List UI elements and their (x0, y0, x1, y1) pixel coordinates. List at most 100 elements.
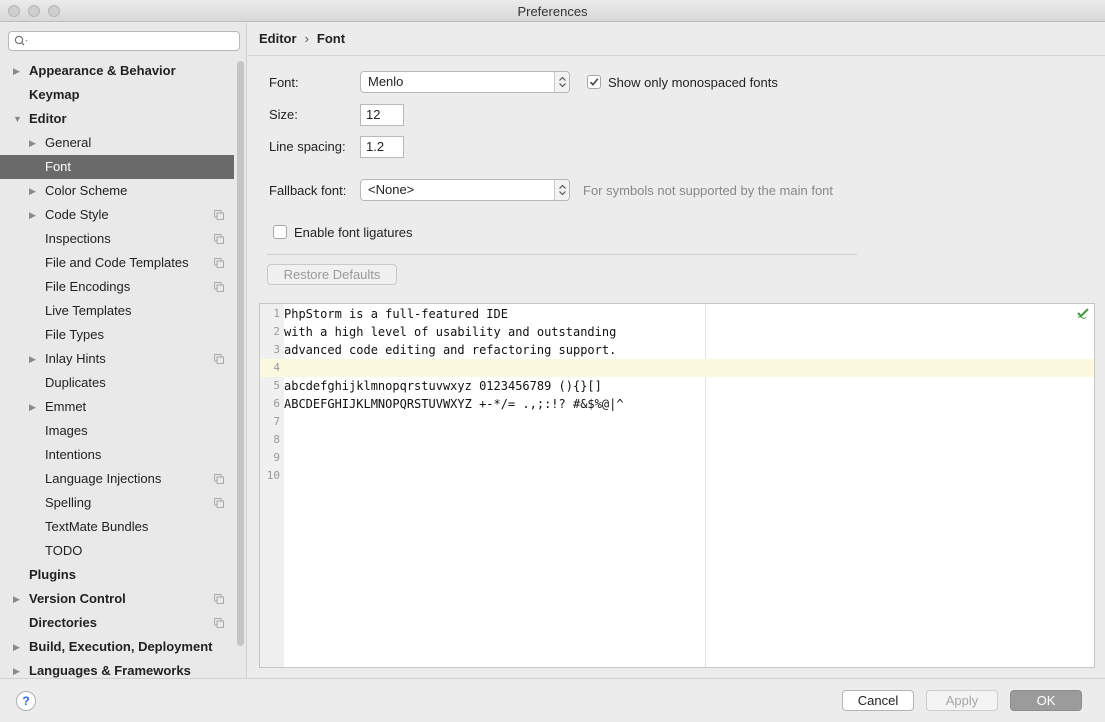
chevron-updown-icon (554, 180, 569, 200)
line-number: 9 (273, 451, 280, 464)
editor-line[interactable]: 4 (260, 359, 1094, 377)
tree-collapsed-arrow-icon[interactable]: ▶ (29, 131, 39, 155)
title-bar: Preferences (0, 0, 1105, 22)
line-text: PhpStorm is a full-featured IDE (284, 307, 508, 321)
sidebar-item[interactable]: TODO (0, 539, 234, 563)
sidebar-item[interactable]: ▶ Version Control (0, 587, 234, 611)
sidebar-item[interactable]: Font (0, 155, 234, 179)
sidebar-item[interactable]: ▶ Color Scheme (0, 179, 234, 203)
ligatures-label: Enable font ligatures (294, 225, 413, 240)
sidebar-item[interactable]: Inspections (0, 227, 234, 251)
sidebar-item[interactable]: Spelling (0, 491, 234, 515)
ligatures-checkbox[interactable] (273, 225, 287, 239)
line-text: ABCDEFGHIJKLMNOPQRSTUVWXYZ +-*/= .,;:!? … (284, 397, 624, 411)
sidebar-item[interactable]: ▼ Editor (0, 107, 234, 131)
sidebar-item[interactable]: ▶ Emmet (0, 395, 234, 419)
sidebar-item[interactable]: Duplicates (0, 371, 234, 395)
sidebar-item[interactable]: Keymap (0, 83, 234, 107)
line-number: 3 (273, 343, 280, 356)
font-label: Font: (269, 75, 299, 90)
sidebar-item[interactable]: ▶ General (0, 131, 234, 155)
line-number: 1 (273, 307, 280, 320)
sidebar-item-label: Plugins (29, 567, 76, 582)
sidebar-item[interactable]: Plugins (0, 563, 234, 587)
sidebar-item[interactable]: File Encodings (0, 275, 234, 299)
sidebar-item-label: Intentions (45, 447, 102, 462)
line-number: 4 (273, 361, 280, 374)
font-select[interactable]: Menlo (360, 71, 570, 93)
sidebar-item[interactable]: Language Injections (0, 467, 234, 491)
tree-collapsed-arrow-icon[interactable]: ▶ (13, 587, 23, 611)
editor-line[interactable]: 2 with a high level of usability and outs… (260, 323, 1094, 341)
editor-line[interactable]: 3 advanced code editing and refactoring s… (260, 341, 1094, 359)
tree-collapsed-arrow-icon[interactable]: ▶ (29, 347, 39, 371)
size-input[interactable]: 12 (360, 104, 404, 126)
sidebar-item[interactable]: ▶ Inlay Hints (0, 347, 234, 371)
sidebar-item-label: File Types (45, 327, 105, 342)
project-scope-icon (214, 618, 224, 628)
fallback-font-value: <None> (368, 182, 415, 197)
sidebar-item[interactable]: Live Templates (0, 299, 234, 323)
editor-line[interactable]: 9 (260, 449, 1094, 467)
tree-collapsed-arrow-icon[interactable]: ▶ (13, 635, 23, 659)
project-scope-icon (214, 282, 224, 292)
sidebar-item-label: TODO (45, 543, 83, 558)
line-text: abcdefghijklmnopqrstuvwxyz 0123456789 ()… (284, 379, 602, 393)
breadcrumb-parent[interactable]: Editor (259, 31, 297, 46)
font-select-value: Menlo (368, 74, 404, 89)
sidebar-item[interactable]: Images (0, 419, 234, 443)
sidebar-item-label: Duplicates (45, 375, 106, 390)
sidebar-item-label: Inlay Hints (45, 351, 106, 366)
line-number: 5 (273, 379, 280, 392)
line-spacing-input[interactable]: 1.2 (360, 136, 404, 158)
cancel-button[interactable]: Cancel (842, 690, 914, 711)
apply-button[interactable]: Apply (926, 690, 998, 711)
fallback-font-select[interactable]: <None> (360, 179, 570, 201)
editor-line[interactable]: 6 ABCDEFGHIJKLMNOPQRSTUVWXYZ +-*/= .,;:!?… (260, 395, 1094, 413)
sidebar-item[interactable]: ▶ Appearance & Behavior (0, 59, 234, 83)
inspection-ok-icon[interactable] (1076, 307, 1090, 319)
monospace-checkbox[interactable] (587, 75, 601, 89)
tree-collapsed-arrow-icon[interactable]: ▶ (29, 179, 39, 203)
project-scope-icon (214, 474, 224, 484)
font-preview-editor[interactable]: 1 PhpStorm is a full-featured IDE 2 with a … (259, 303, 1095, 668)
font-settings-panel: Editor › Font Font: Menlo Show only monosp… (248, 23, 1105, 678)
help-button[interactable]: ? (16, 691, 36, 711)
sidebar-item-label: Directories (29, 615, 97, 630)
restore-defaults-button[interactable]: Restore Defaults (267, 264, 397, 285)
sidebar-item-label: File and Code Templates (45, 255, 189, 270)
ok-button[interactable]: OK (1010, 690, 1082, 711)
tree-collapsed-arrow-icon[interactable]: ▶ (29, 203, 39, 227)
project-scope-icon (214, 354, 224, 364)
line-text: advanced code editing and refactoring su… (284, 343, 617, 357)
sidebar-item[interactable]: Directories (0, 611, 234, 635)
sidebar-item[interactable]: ▶ Build, Execution, Deployment (0, 635, 234, 659)
line-number: 8 (273, 433, 280, 446)
search-input[interactable] (8, 31, 240, 51)
sidebar-item[interactable]: ▶ Code Style (0, 203, 234, 227)
sidebar-item-label: Keymap (29, 87, 80, 102)
sidebar-item[interactable]: Intentions (0, 443, 234, 467)
editor-line[interactable]: 5 abcdefghijklmnopqrstuvwxyz 0123456789 (… (260, 377, 1094, 395)
dialog-footer: ? Cancel Apply OK (0, 678, 1105, 722)
editor-line[interactable]: 8 (260, 431, 1094, 449)
sidebar-item[interactable]: File and Code Templates (0, 251, 234, 275)
sidebar-item-label: General (45, 135, 92, 150)
editor-line[interactable]: 10 (260, 467, 1094, 485)
editor-line[interactable]: 7 (260, 413, 1094, 431)
sidebar-item[interactable]: TextMate Bundles (0, 515, 234, 539)
sidebar-item-label: Font (45, 159, 72, 174)
sidebar-item-label: Inspections (45, 231, 111, 246)
tree-collapsed-arrow-icon[interactable]: ▶ (29, 395, 39, 419)
editor-line[interactable]: 1 PhpStorm is a full-featured IDE (260, 305, 1094, 323)
tree-expanded-arrow-icon[interactable]: ▼ (13, 107, 23, 131)
breadcrumb: Editor › Font (259, 31, 345, 46)
tree-collapsed-arrow-icon[interactable]: ▶ (13, 59, 23, 83)
search-icon (14, 35, 28, 46)
project-scope-icon (214, 258, 224, 268)
sidebar-item-label: Editor (29, 111, 67, 126)
sidebar-item[interactable]: File Types (0, 323, 234, 347)
sidebar-scrollbar[interactable] (237, 61, 244, 646)
sidebar-item-label: Live Templates (45, 303, 132, 318)
header-divider (248, 55, 1105, 56)
